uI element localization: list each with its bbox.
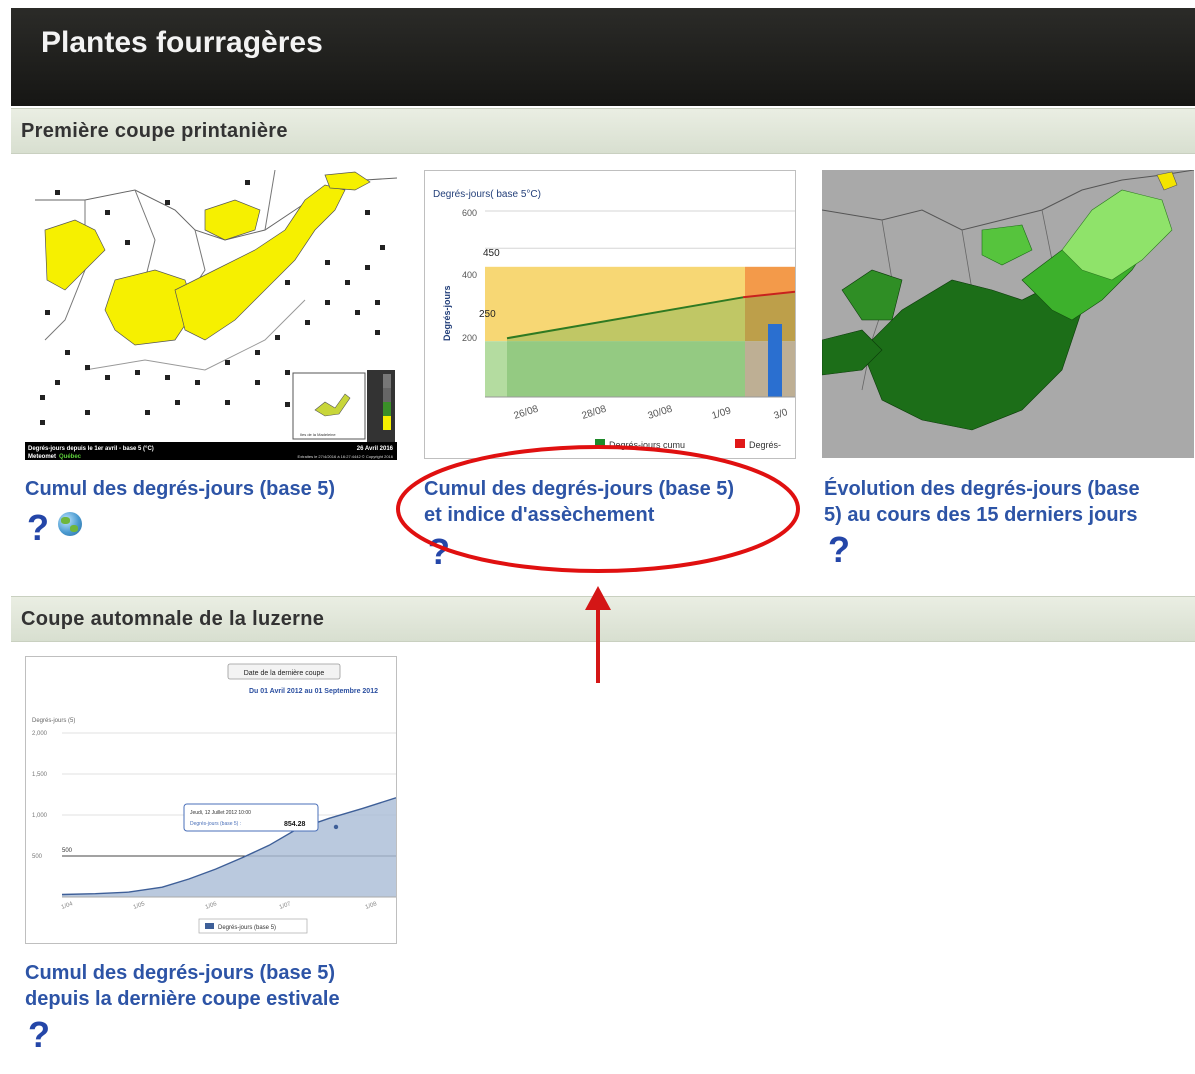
card-title-line[interactable]: et indice d'assèchement: [424, 502, 804, 528]
degree-days-map: Iles de la Madeleine Degrés-jours depuis…: [25, 170, 397, 460]
card-title-line[interactable]: Cumul des degrés-jours (base 5): [25, 476, 405, 502]
y-tick: 200: [462, 333, 477, 343]
legend-label: Degrés-jours (base 5): [218, 925, 276, 931]
x-tick-label: 3/0: [773, 407, 790, 422]
card-title-line[interactable]: 5) au cours des 15 derniers jours: [824, 502, 1195, 528]
section-title: Première coupe printanière: [21, 120, 288, 142]
card-title-line[interactable]: depuis la dernière coupe estivale: [25, 986, 425, 1012]
drying-index-chart-thumbnail[interactable]: Degrés-jours( base 5°C) Degrés-jours 600…: [424, 170, 796, 459]
page-title: Plantes fourragères: [41, 26, 323, 59]
card-title-evolution[interactable]: Évolution des degrés-jours (base 5) au c…: [824, 476, 1195, 528]
legend-swatch: [205, 923, 214, 929]
chart-title: Degrés-jours( base 5°C): [433, 189, 541, 200]
y-tick: 400: [462, 270, 477, 280]
card-title-cumul-base5[interactable]: Cumul des degrés-jours (base 5): [25, 476, 405, 502]
chart-plot-area: [485, 210, 795, 398]
legend-label-2: Degrés-: [749, 440, 781, 450]
help-question-icon[interactable]: ?: [28, 1017, 50, 1053]
inset-label: Iles de la Madeleine: [300, 432, 336, 437]
drying-index-chart: Degrés-jours( base 5°C) Degrés-jours 600…: [433, 189, 795, 450]
section-header-fall-cut: Coupe automnale de la luzerne: [11, 596, 1195, 642]
card-title-line[interactable]: Cumul des degrés-jours (base 5): [424, 476, 804, 502]
map-caption: Degrés-jours depuis le 1er avril - base …: [28, 446, 154, 452]
globe-icon[interactable]: [58, 512, 82, 536]
x-tick-label: 30/08: [647, 404, 675, 422]
x-tick-label: 1/07: [279, 901, 293, 911]
help-question-icon[interactable]: ?: [428, 534, 450, 570]
card-title-line[interactable]: Cumul des degrés-jours (base 5): [25, 960, 425, 986]
indicator-bar: [768, 324, 782, 397]
page-header: Plantes fourragères: [11, 8, 1195, 106]
map-brand-a: Meteomet: [28, 454, 56, 460]
y-tick-label: 2,000: [32, 731, 48, 737]
chart-ylabel: Degrés-jours (5): [32, 718, 75, 724]
legend-swatch-green: [595, 439, 605, 448]
band-label-450: 450: [483, 248, 500, 259]
tooltip-label: Degrés-jours (base 5) :: [190, 821, 241, 827]
chart-date-range: Du 01 Avril 2012 au 01 Septembre 2012: [249, 688, 378, 695]
band-label-250: 250: [479, 309, 496, 320]
since-last-cut-chart: Date de la dernière coupe Du 01 Avril 20…: [32, 663, 396, 934]
x-tick-label: 1/05: [133, 901, 147, 911]
x-tick-label: 1/04: [61, 901, 75, 911]
x-axis-ticks: 1/04 1/05 1/06 1/07 1/08: [61, 901, 379, 911]
help-question-icon[interactable]: ?: [27, 510, 49, 546]
card-title-since-last-cut[interactable]: Cumul des degrés-jours (base 5) depuis l…: [25, 960, 425, 1012]
help-question-icon[interactable]: ?: [828, 532, 850, 568]
last-cut-date-button-label[interactable]: Date de la dernière coupe: [244, 670, 325, 677]
tooltip-point: [333, 824, 339, 830]
x-tick-label: 1/09: [711, 405, 733, 422]
y-tick-label: 1,500: [32, 772, 48, 778]
card-title-line[interactable]: Évolution des degrés-jours (base: [824, 476, 1195, 502]
y-tick-label: 500: [32, 854, 43, 860]
x-tick-label: 26/08: [513, 404, 541, 422]
legend-label-1: Degrés-jours cumu: [609, 440, 685, 450]
reference-line-label: 500: [62, 848, 73, 854]
evolution-map-thumbnail[interactable]: [822, 170, 1194, 458]
y-tick: 600: [462, 208, 477, 218]
map-date: 26 Avril 2016: [357, 446, 394, 452]
legend-swatch-red: [735, 439, 745, 448]
x-axis-ticks: 26/08 28/08 30/08 1/09 3/0: [513, 404, 790, 422]
evolution-map: [822, 170, 1194, 458]
y-tick-label: 1,000: [32, 813, 48, 819]
x-tick-label: 1/06: [205, 901, 219, 911]
x-tick-label: 28/08: [581, 404, 609, 422]
section-header-first-cut: Première coupe printanière: [11, 108, 1195, 154]
map-footer: Extraites le 27/4/2016 à 16:27:4442 © Co…: [298, 454, 394, 459]
tooltip-value: 854.28: [284, 821, 306, 828]
card-title-drying-index[interactable]: Cumul des degrés-jours (base 5) et indic…: [424, 476, 804, 528]
section-title: Coupe automnale de la luzerne: [21, 608, 325, 630]
degree-days-map-thumbnail[interactable]: Iles de la Madeleine Degrés-jours depuis…: [25, 170, 397, 460]
chart-ylabel: Degrés-jours: [442, 285, 452, 341]
y-axis-ticks: 2,000 1,500 1,000 500: [32, 731, 48, 860]
x-tick-label: 1/08: [365, 901, 379, 911]
since-last-cut-chart-thumbnail[interactable]: Date de la dernière coupe Du 01 Avril 20…: [25, 656, 397, 944]
tooltip-date: Jeudi, 12 Juillet 2012 10:00: [190, 810, 251, 816]
map-brand-b: Québec: [59, 454, 82, 460]
